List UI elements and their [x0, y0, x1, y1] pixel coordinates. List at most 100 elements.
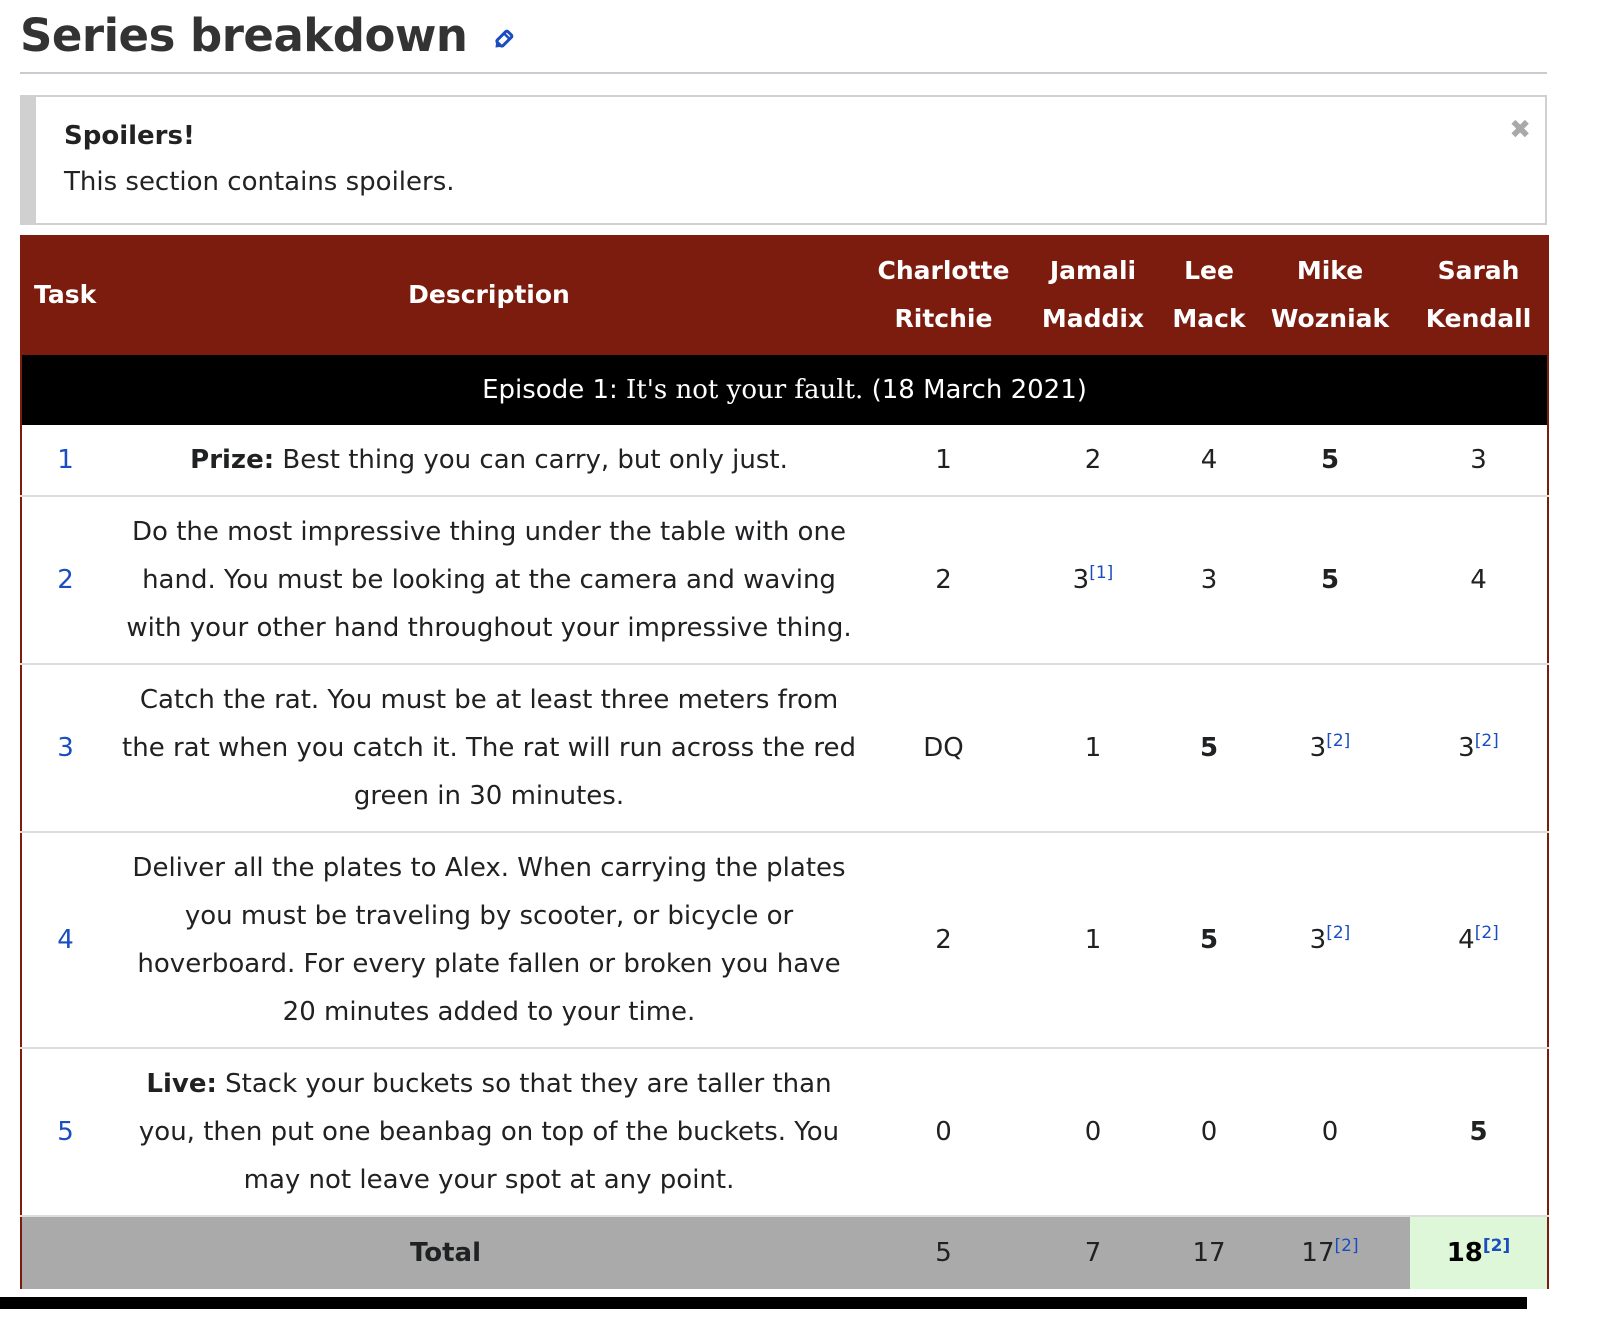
column-header-contestant: Sarah Kendall — [1410, 235, 1548, 355]
contestant-last-name: Mack — [1172, 304, 1246, 333]
task-description-text: Catch the rat. You must be at least thre… — [122, 685, 856, 811]
task-description: Live: Stack your buckets so that they ar… — [109, 1048, 869, 1217]
task-description-text: Deliver all the plates to Alex. When car… — [132, 853, 846, 1027]
score-cell: 4 — [1168, 425, 1250, 497]
contestant-last-name: Ritchie — [894, 304, 993, 333]
footnote-ref: [2] — [1326, 731, 1350, 751]
task-number-cell: 1 — [21, 425, 109, 497]
score-cell: 18[2] — [1410, 1216, 1548, 1289]
contestant-first-name: Charlotte — [877, 256, 1010, 285]
score-value: 2 — [935, 565, 952, 595]
score-cell: 7 — [1018, 1216, 1168, 1289]
score-cell: 5 — [1168, 832, 1250, 1049]
footnote-link[interactable]: [2] — [1335, 1236, 1359, 1256]
score-cell: 0 — [869, 1048, 1018, 1217]
score-cell: 2 — [869, 496, 1018, 665]
task-number-cell: 4 — [21, 832, 109, 1049]
score-value: 1 — [1084, 733, 1102, 763]
footnote-ref: [2] — [1475, 731, 1499, 751]
footnote-ref: [2] — [1483, 1236, 1510, 1256]
task-row: 2 Do the most impressive thing under the … — [21, 496, 1548, 665]
score-cell: 3 — [1410, 425, 1548, 497]
task-number-cell: 2 — [21, 496, 109, 665]
section-heading: Series breakdown — [20, 9, 468, 62]
score-cell: 0 — [1018, 1048, 1168, 1217]
task-type-label: Prize: — [190, 445, 275, 475]
score-value: 0 — [1200, 1117, 1218, 1147]
score-cell: DQ — [869, 664, 1018, 833]
score-value: 4 — [1458, 925, 1475, 955]
score-value: 1 — [1084, 925, 1102, 955]
task-number-link[interactable]: 5 — [57, 1117, 74, 1147]
episode-title: It's not your fault. — [626, 375, 864, 405]
score-value: 4 — [1470, 565, 1487, 595]
score-cell: 1 — [1018, 664, 1168, 833]
score-cell: 0 — [1168, 1048, 1250, 1217]
close-icon[interactable]: ✖ — [1509, 115, 1531, 145]
score-value: 0 — [1321, 1117, 1339, 1147]
task-row: 3 Catch the rat. You must be at least thr… — [21, 664, 1548, 833]
footnote-ref: [2] — [1326, 923, 1350, 943]
footnote-ref: [1] — [1089, 563, 1113, 583]
score-value: 17 — [1301, 1238, 1335, 1268]
footnote-link[interactable]: [2] — [1326, 923, 1350, 943]
episode-cell: Episode 1: It's not your fault. (18 Marc… — [21, 355, 1548, 425]
task-description-text: Do the most impressive thing under the t… — [126, 517, 852, 643]
task-row: 4 Deliver all the plates to Alex. When ca… — [21, 832, 1548, 1049]
score-cell: 3[2] — [1250, 664, 1410, 833]
column-header-contestant: Charlotte Ritchie — [869, 235, 1018, 355]
contestant-first-name: Mike — [1296, 256, 1364, 285]
episode-date: (18 March 2021) — [871, 375, 1087, 405]
score-value: 5 — [1320, 445, 1340, 475]
contestant-last-name: Maddix — [1041, 304, 1145, 333]
breakdown-table: Task Description Charlotte Ritchie Jamali… — [20, 235, 1549, 1289]
footnote-ref: [2] — [1335, 1236, 1359, 1256]
footnote-ref: [2] — [1475, 923, 1499, 943]
score-value: 0 — [935, 1117, 952, 1147]
contestant-last-name: Kendall — [1425, 304, 1532, 333]
score-value: 3 — [1470, 445, 1487, 475]
column-header-task: Task — [21, 235, 109, 355]
score-cell: 3 — [1168, 496, 1250, 665]
total-row: Total 5 7 17 17[2] 18[2] — [21, 1216, 1548, 1289]
spoiler-text: This section contains spoilers. — [64, 167, 455, 197]
task-description: Deliver all the plates to Alex. When car… — [109, 832, 869, 1049]
spoiler-notice: Spoilers! This section contains spoilers… — [20, 95, 1547, 225]
episode-prefix: Episode 1: — [482, 375, 618, 405]
footnote-link[interactable]: [2] — [1475, 731, 1499, 751]
task-number-link[interactable]: 1 — [57, 445, 74, 475]
score-cell: 17 — [1168, 1216, 1250, 1289]
footnote-link[interactable]: [2] — [1326, 731, 1350, 751]
score-cell: 5 — [1168, 664, 1250, 833]
contestant-first-name: Lee — [1184, 256, 1234, 285]
task-number-link[interactable]: 3 — [57, 733, 74, 763]
score-cell: 3[2] — [1250, 832, 1410, 1049]
score-cell: 5 — [1410, 1048, 1548, 1217]
contestant-last-name: Wozniak — [1270, 304, 1390, 333]
contestant-first-name: Jamali — [1049, 256, 1137, 285]
score-cell: 2 — [869, 832, 1018, 1049]
score-cell: 4[2] — [1410, 832, 1548, 1049]
footnote-link[interactable]: [1] — [1089, 563, 1113, 583]
score-cell: 1 — [869, 425, 1018, 497]
score-value: 5 — [1469, 1117, 1488, 1147]
task-description-text: Best thing you can carry, but only just. — [282, 445, 788, 475]
spoiler-title: Spoilers! — [64, 121, 195, 151]
footnote-link[interactable]: [2] — [1483, 1236, 1510, 1256]
column-header-description: Description — [109, 235, 869, 355]
score-cell: 5 — [869, 1216, 1018, 1289]
footnote-link[interactable]: [2] — [1475, 923, 1499, 943]
score-cell: 4 — [1410, 496, 1548, 665]
score-value: 5 — [1199, 733, 1219, 763]
score-value: 3 — [1072, 565, 1090, 595]
pencil-icon[interactable] — [491, 26, 517, 56]
score-cell: 3[2] — [1410, 664, 1548, 833]
score-cell: 0 — [1250, 1048, 1410, 1217]
score-value: 3 — [1200, 565, 1218, 595]
score-value: 1 — [935, 445, 952, 475]
task-number-link[interactable]: 2 — [57, 565, 74, 595]
score-value: 2 — [935, 925, 952, 955]
score-cell: 17[2] — [1250, 1216, 1410, 1289]
column-header-contestant: Lee Mack — [1168, 235, 1250, 355]
task-number-link[interactable]: 4 — [57, 925, 74, 955]
